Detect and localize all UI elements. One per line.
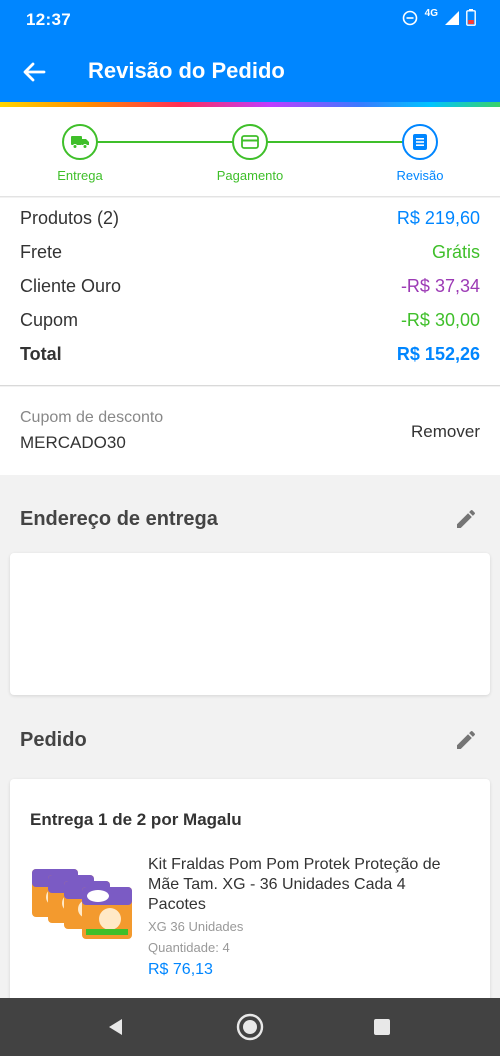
- remove-coupon-button[interactable]: Remover: [411, 422, 480, 442]
- network-type: 4G: [424, 8, 438, 19]
- order-product-item[interactable]: Kit Fraldas Pom Pom Protek Proteção de M…: [30, 851, 470, 991]
- nav-back-icon[interactable]: [102, 1013, 130, 1041]
- diaper-kit-product-image: [32, 869, 132, 939]
- delivery-heading: Entrega 1 de 2 por Magalu: [30, 810, 242, 829]
- receipt-icon: [413, 134, 427, 150]
- summary-label: Total: [20, 344, 62, 364]
- status-bar: 12:37 4G: [0, 0, 500, 40]
- status-icons: 4G: [402, 8, 476, 26]
- summary-gold-row: Cliente Ouro -R$ 37,34: [20, 276, 480, 297]
- summary-shipping-row: Frete Grátis: [20, 242, 480, 263]
- status-time: 12:37: [26, 10, 71, 29]
- order-summary: Produtos (2) R$ 219,60 Frete Grátis Clie…: [0, 198, 500, 386]
- signal-icon: [445, 10, 459, 25]
- product-info: Kit Fraldas Pom Pom Protek Proteção de M…: [148, 855, 458, 979]
- coupon-section: Cupom de desconto MERCADO30 Remover: [0, 387, 500, 475]
- summary-products-row: Produtos (2) R$ 219,60: [20, 208, 480, 229]
- back-arrow-icon[interactable]: [20, 58, 48, 86]
- page-title: Revisão do Pedido: [88, 58, 285, 83]
- summary-value: R$ 219,60: [396, 208, 480, 228]
- card-icon: [241, 135, 259, 149]
- product-name: Kit Fraldas Pom Pom Protek Proteção de M…: [148, 856, 441, 913]
- summary-label: Frete: [20, 242, 63, 262]
- step-circle: [402, 124, 438, 160]
- summary-label: Produtos (2): [20, 208, 120, 228]
- quantity-label: Quantidade:: [148, 940, 219, 955]
- summary-coupon-row: Cupom -R$ 30,00: [20, 310, 480, 331]
- edit-order-pencil-icon[interactable]: [454, 728, 478, 752]
- summary-value: R$ 152,26: [396, 344, 480, 364]
- summary-value: Grátis: [431, 242, 480, 262]
- nav-recents-icon[interactable]: [368, 1013, 396, 1041]
- step-label: Revisão: [396, 168, 444, 183]
- step-entrega[interactable]: Entrega: [30, 124, 130, 183]
- product-variant: XG 36 Unidades: [148, 919, 244, 934]
- truck-icon: [71, 136, 89, 149]
- do-not-disturb-icon: [402, 10, 417, 25]
- summary-value: -R$ 30,00: [400, 310, 480, 330]
- step-label: Entrega: [57, 168, 103, 183]
- address-section-title: Endereço de entrega: [20, 508, 218, 530]
- coupon-label: Cupom de desconto: [20, 409, 164, 426]
- edit-address-pencil-icon[interactable]: [454, 507, 478, 531]
- coupon-code: MERCADO30: [20, 433, 126, 452]
- order-section-title: Pedido: [20, 729, 87, 751]
- step-pagamento[interactable]: Pagamento: [200, 124, 300, 183]
- step-circle: [232, 124, 268, 160]
- step-circle: [62, 124, 98, 160]
- summary-total-row: Total R$ 152,26: [20, 344, 480, 365]
- step-revisao[interactable]: Revisão: [370, 124, 470, 183]
- product-price: R$ 76,13: [148, 961, 213, 978]
- step-label: Pagamento: [216, 168, 284, 183]
- summary-value: -R$ 37,34: [400, 276, 480, 296]
- product-quantity: Quantidade: 4: [148, 940, 458, 955]
- checkout-stepper: Entrega Pagamento Revisão: [0, 107, 500, 197]
- quantity-value: 4: [222, 940, 230, 955]
- order-card: Entrega 1 de 2 por Magalu Kit Fraldas Po…: [10, 779, 490, 1019]
- battery-icon: [466, 9, 476, 26]
- summary-label: Cliente Ouro: [20, 276, 122, 296]
- nav-home-icon[interactable]: [236, 1013, 264, 1041]
- system-navigation-bar: [0, 998, 500, 1056]
- app-bar: Revisão do Pedido: [0, 40, 500, 102]
- address-card[interactable]: [10, 553, 490, 695]
- summary-label: Cupom: [20, 310, 79, 330]
